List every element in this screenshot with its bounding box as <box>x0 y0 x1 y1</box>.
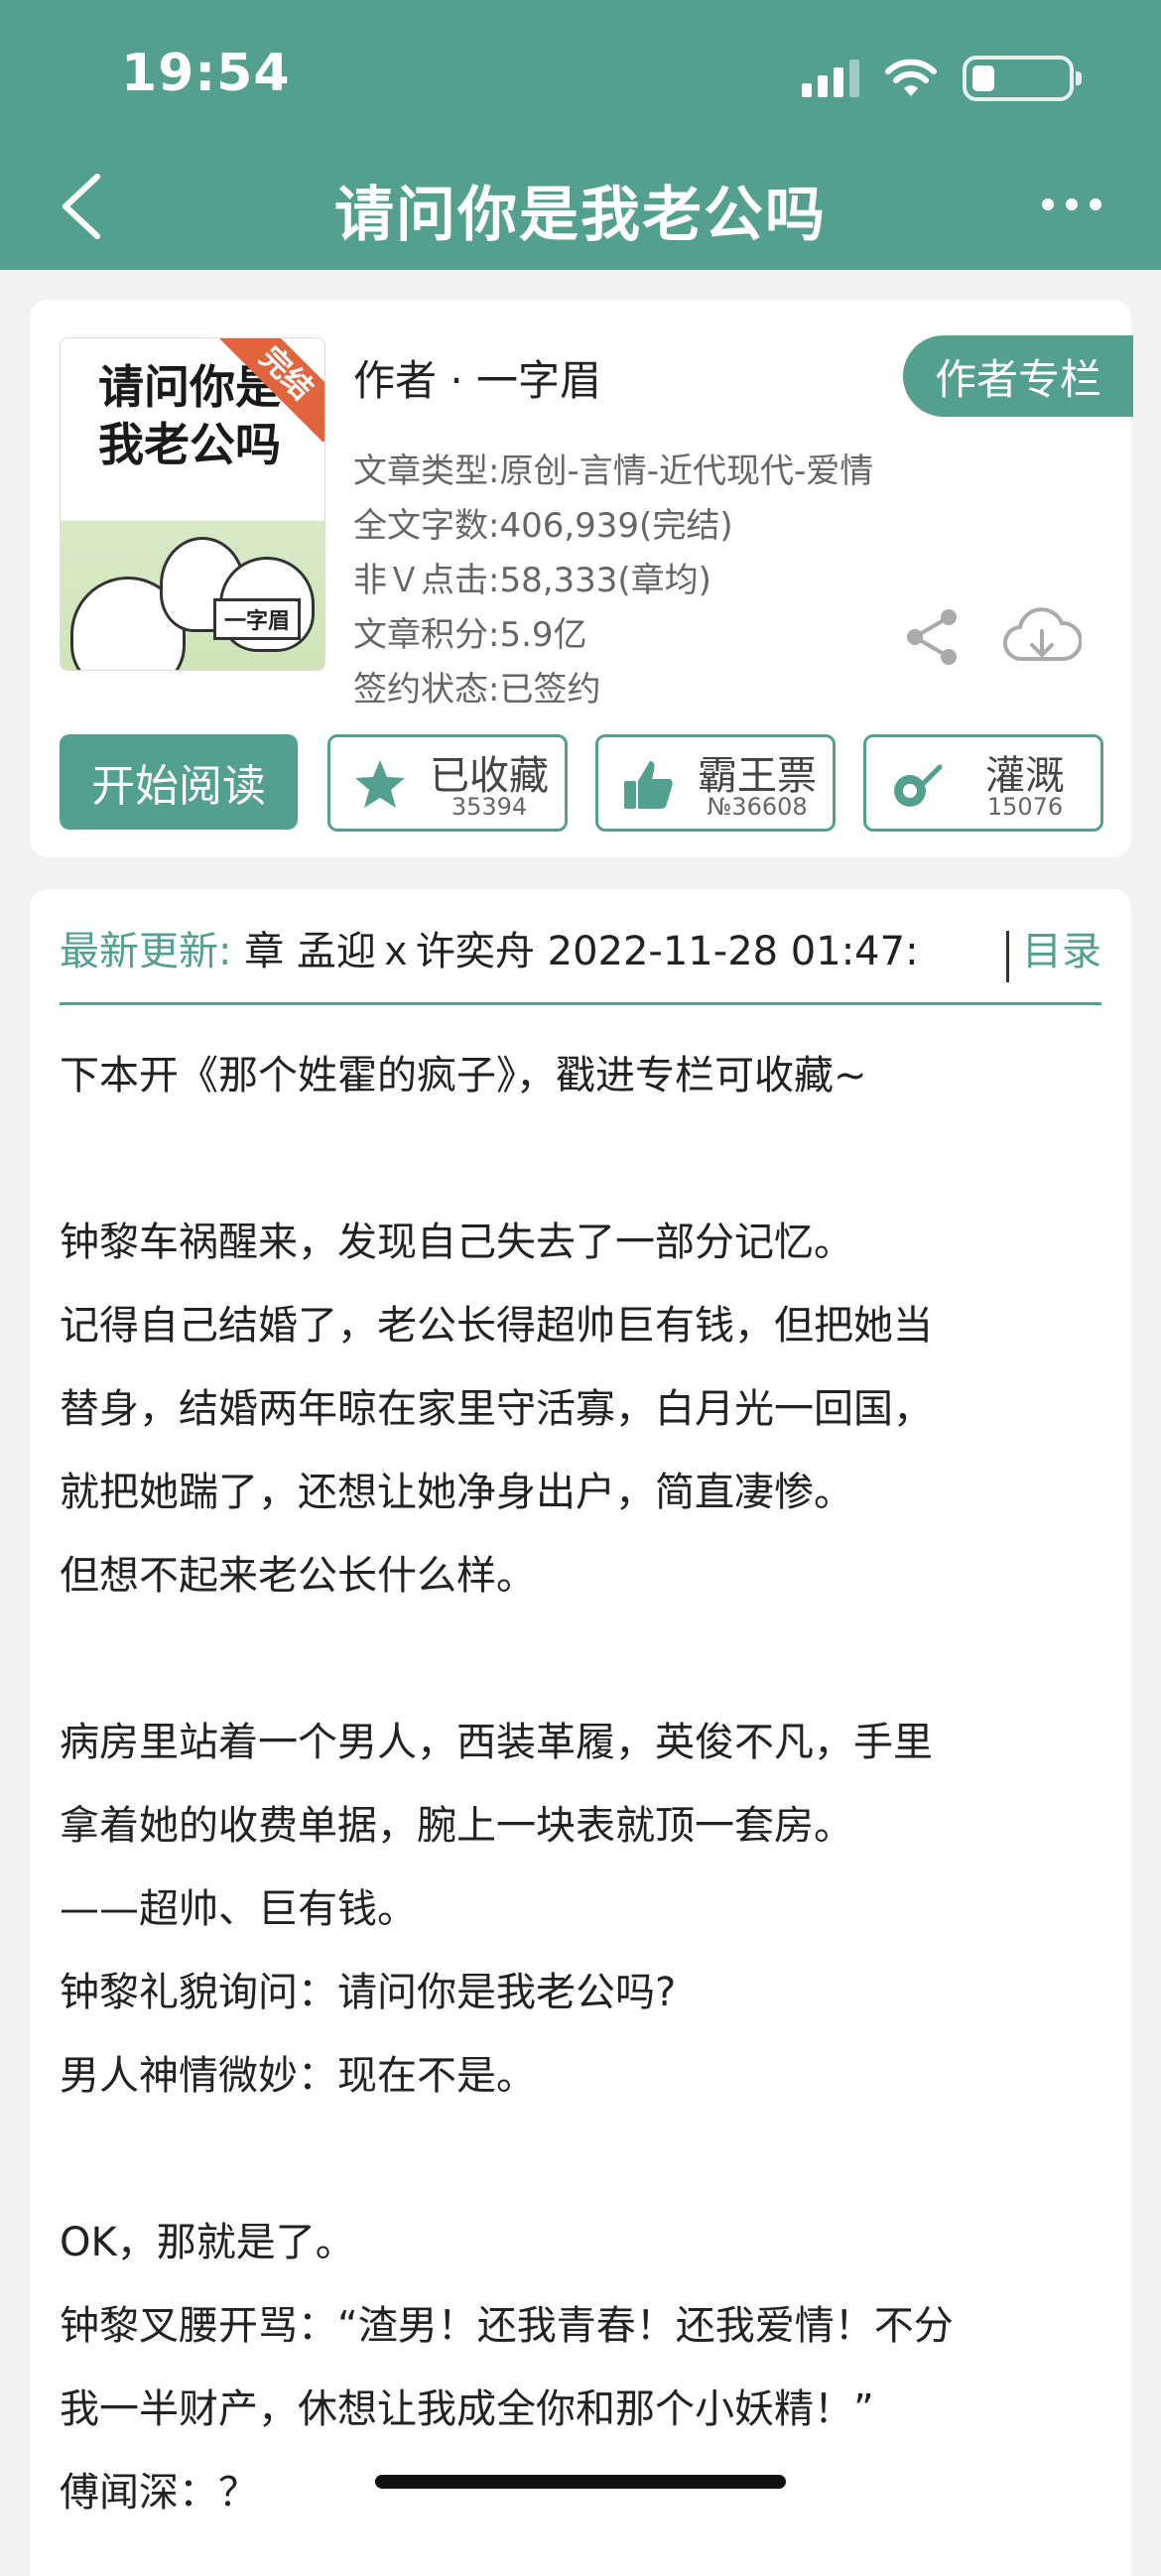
intro-line: 替身，结婚两年晾在家里守活寡，白月光一回国， <box>60 1386 933 1432</box>
author-line[interactable]: 作者 · 一字眉 <box>353 347 601 408</box>
thumbs-up-icon <box>624 761 673 809</box>
collect-count: 35394 <box>451 793 528 821</box>
status-time: 19:54 <box>121 44 291 103</box>
author-column-button[interactable]: 作者专栏 <box>903 335 1133 417</box>
star-icon <box>355 760 405 808</box>
intro-line: 记得自己结婚了，老公长得超帅巨有钱，但把她当 <box>60 1303 933 1349</box>
top-bar: 19:54 请问你是我老公吗 <box>0 0 1161 270</box>
start-reading-button[interactable]: 开始阅读 <box>60 734 298 830</box>
vote-count: №36608 <box>707 793 808 821</box>
latest-update-row[interactable]: 最新更新: 章 孟迎ｘ许奕舟 2022-11-28 01:47: 目录 <box>60 919 1101 988</box>
vote-button[interactable]: 霸王票 №36608 <box>595 734 836 832</box>
toc-link[interactable]: 目录 <box>1022 919 1101 976</box>
book-intro-card: 最新更新: 章 孟迎ｘ许奕舟 2022-11-28 01:47: 目录 下本开《… <box>30 889 1131 2576</box>
latest-update-text[interactable]: 章 孟迎ｘ许奕舟 2022-11-28 01:47: <box>244 929 918 974</box>
intro-line: 傅闻深：？ <box>60 2470 258 2515</box>
intro-line: 钟黎礼貌询问：请问你是我老公吗? <box>60 1970 677 2015</box>
meta-clicks: 非Ｖ点击:58,333(章均) <box>353 561 711 600</box>
battery-icon <box>963 56 1082 101</box>
book-cover[interactable]: 请问你是我老公吗 完结 一字眉 <box>60 337 325 671</box>
book-meta: 文章类型:原创-言情-近代现代-爱情 全文字数:406,939(完结) 非Ｖ点击… <box>353 445 873 717</box>
water-count: 15076 <box>986 793 1064 821</box>
meta-score: 文章积分:5.9亿 <box>353 615 587 655</box>
meta-sign-status: 签约状态:已签约 <box>353 670 601 709</box>
share-icon[interactable] <box>903 607 963 667</box>
intro-line: 病房里站着一个男人，西装革履，英俊不凡，手里 <box>60 1720 933 1765</box>
intro-line: 就把她踹了，还想让她净身出户，简直凄惨。 <box>60 1470 853 1515</box>
collect-button[interactable]: 已收藏 35394 <box>327 734 568 832</box>
signal-icon <box>802 60 859 97</box>
cover-author-tag: 一字眉 <box>212 598 301 640</box>
intro-line: ——超帅、巨有钱。 <box>60 1886 417 1932</box>
book-info-card: 请问你是我老公吗 完结 一字眉 作者 · 一字眉 作者专栏 文章类型:原创-言情… <box>30 300 1133 857</box>
intro-line: 钟黎车祸醒来，发现自己失去了一部分记忆。 <box>60 1220 853 1265</box>
intro-line: 我一半财产，休想让我成全你和那个小妖精！” <box>60 2386 874 2432</box>
intro-line: 但想不起来老公长什么样。 <box>60 1553 536 1599</box>
intro-line: 下本开《那个姓霍的疯子》，戳进专栏可收藏~ <box>60 1053 867 1098</box>
intro-line: 拿着她的收费单据，腕上一块表就顶一套房。 <box>60 1803 853 1849</box>
intro-line: 男人神情微妙：现在不是。 <box>60 2053 536 2099</box>
download-icon[interactable] <box>1002 603 1082 669</box>
intro-line: OK，那就是了。 <box>60 2220 355 2265</box>
watering-can-icon <box>894 764 943 807</box>
page-title: 请问你是我老公吗 <box>334 181 827 250</box>
wifi-icon <box>885 59 937 96</box>
intro-line: 钟黎叉腰开骂：“渣男！还我青春！还我爱情！不分 <box>60 2303 954 2349</box>
latest-update-label: 最新更新: <box>60 929 232 974</box>
more-icon[interactable] <box>1042 198 1101 210</box>
meta-word-count: 全文字数:406,939(完结) <box>353 506 733 546</box>
meta-type: 文章类型:原创-言情-近代现代-爱情 <box>353 451 874 491</box>
water-button[interactable]: 灌溉 15076 <box>863 734 1103 832</box>
status-icons <box>802 54 1082 103</box>
divider <box>60 1002 1101 1005</box>
divider <box>1006 931 1009 982</box>
home-indicator[interactable] <box>375 2475 786 2489</box>
